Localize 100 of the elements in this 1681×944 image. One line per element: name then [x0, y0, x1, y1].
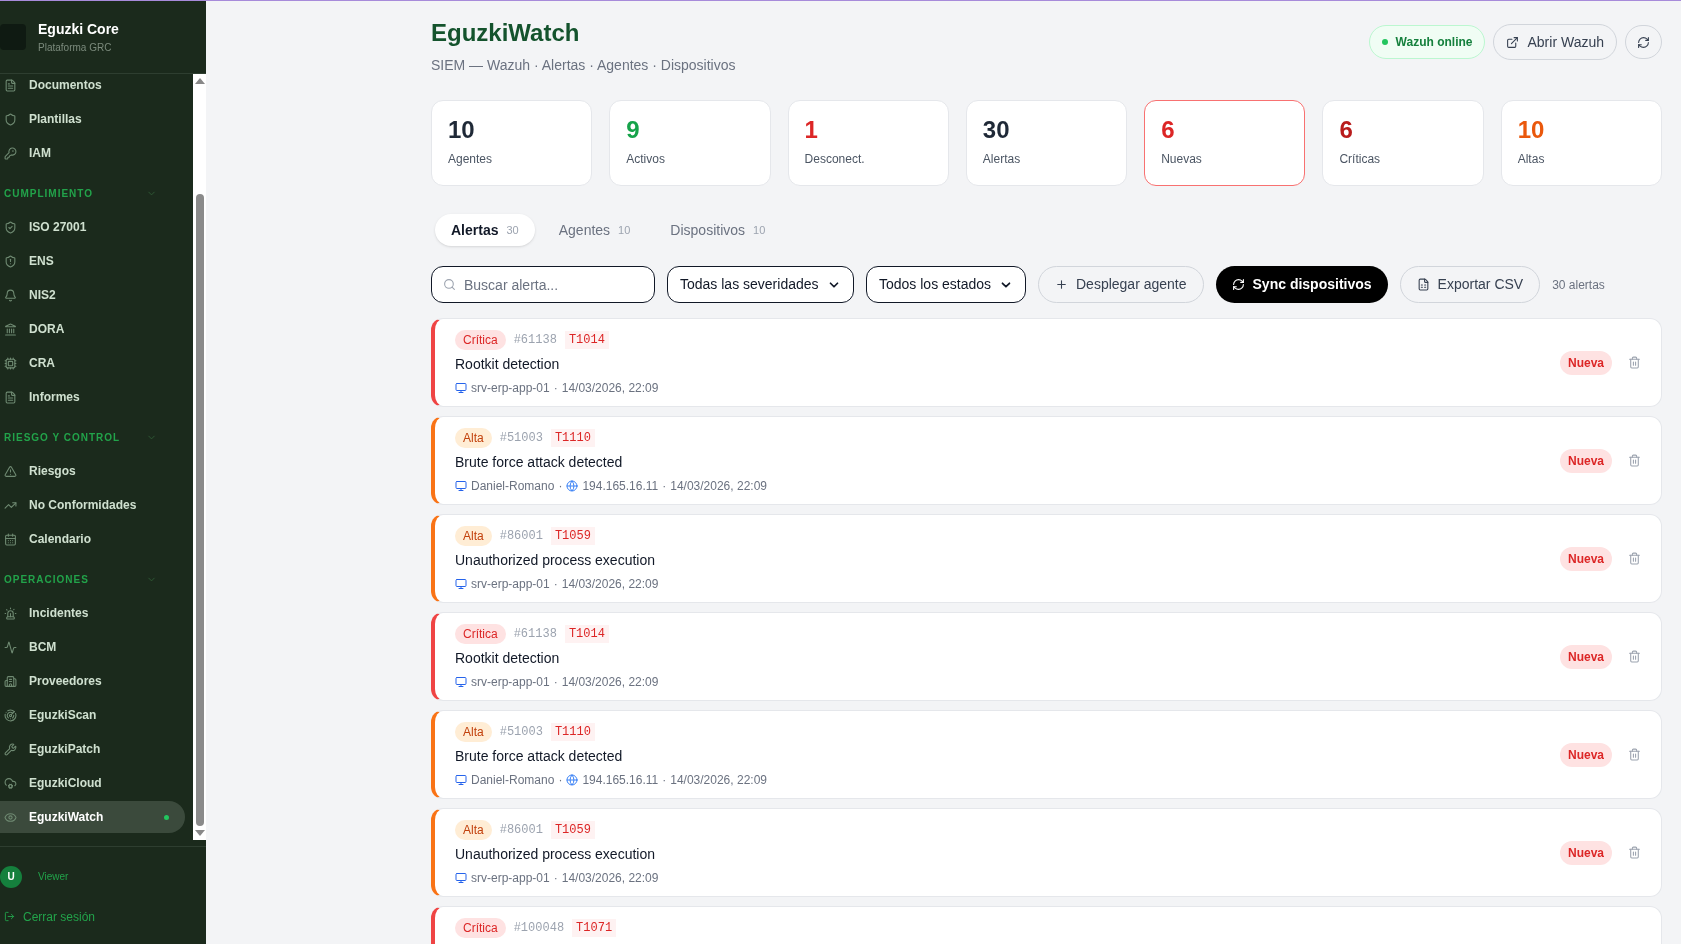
severity-dropdown[interactable]: Todas las severidades [667, 266, 854, 303]
logout-icon [4, 911, 15, 922]
rule-id: #61138 [513, 332, 557, 349]
separator: · [662, 478, 667, 495]
rule-id: #61138 [513, 626, 557, 643]
spreadsheet-icon [1416, 278, 1430, 291]
monitor-icon [455, 382, 467, 394]
plus-icon [1055, 278, 1068, 291]
search-icon [443, 278, 456, 291]
delete-icon[interactable] [1628, 748, 1641, 761]
separator: · [662, 772, 667, 789]
siren-icon [4, 606, 17, 620]
nav-item[interactable]: EguzkiCloud [0, 767, 185, 799]
nav-item[interactable]: EguzkiScan [0, 699, 185, 731]
eye-icon [4, 810, 17, 824]
severity-tag: Alta [455, 428, 492, 448]
severity-tag: Alta [455, 526, 492, 546]
separator: · [553, 870, 558, 887]
technique-tag: T1014 [564, 331, 609, 349]
nav-item[interactable]: Incidentes [0, 597, 185, 629]
nav-item[interactable]: Proveedores [0, 665, 185, 697]
logout-button[interactable]: Cerrar sesión [0, 907, 206, 926]
nav-item[interactable]: EguzkiPatch [0, 733, 185, 765]
building-icon [4, 674, 17, 688]
alert-card[interactable]: Alta #51003 T1110 Brute force attack detected Daniel-Romano · 194.165.16.11 · 14/03/2026, 22:09 Nueva [431, 710, 1662, 799]
stat-value: 1 [804, 118, 819, 142]
nav-item[interactable]: ENS [0, 245, 185, 277]
stat-label: Críticas [1339, 151, 1382, 168]
nav-item[interactable]: EguzkiWatch [0, 801, 185, 833]
host-name: Daniel-Romano [471, 478, 555, 495]
nav-item[interactable]: Calendario [0, 523, 185, 555]
status-tag: Nueva [1559, 742, 1612, 767]
host-name: Daniel-Romano [471, 772, 555, 789]
stat-value: 6 [1339, 118, 1354, 142]
delete-icon[interactable] [1628, 650, 1641, 663]
refresh-icon [1637, 35, 1650, 49]
nav-item[interactable]: Documentos [0, 69, 185, 101]
monitor-icon [455, 578, 467, 590]
alert-card[interactable]: Crítica #61138 T1014 Rootkit detection srv-erp-app-01 · 14/03/2026, 22:09 Nueva [431, 612, 1662, 701]
sync-devices-button[interactable]: Sync dispositivos [1215, 266, 1388, 303]
sync-icon [1231, 278, 1245, 291]
external-link-icon [1506, 35, 1520, 49]
shield-alert-icon [4, 254, 17, 268]
nav-item[interactable]: CRA [0, 347, 185, 379]
tab[interactable]: Dispositivos 10 [654, 214, 782, 246]
tab[interactable]: Agentes 10 [542, 214, 647, 246]
nav-item[interactable]: No Conformidades [0, 489, 185, 521]
separator: · [553, 380, 558, 397]
app-subtitle: Plataforma GRC [38, 41, 113, 55]
status-pill: Wazuh online [1368, 25, 1486, 59]
pulse-icon [4, 640, 17, 654]
nav-item[interactable]: Riesgos [0, 455, 185, 487]
open-wazuh-button[interactable]: Abrir Wazuh [1493, 24, 1617, 60]
stat-value: 6 [1161, 118, 1176, 142]
status-tag: Nueva [1559, 350, 1612, 375]
nav-item[interactable]: Informes [0, 381, 185, 413]
alert-time: 14/03/2026, 22:09 [670, 772, 767, 789]
separator: · [558, 478, 563, 495]
nav-item[interactable]: ISO 27001 [0, 211, 185, 243]
severity-tag: Crítica [455, 624, 506, 644]
alert-card[interactable]: Alta #86001 T1059 Unauthorized process execution srv-erp-app-01 · 14/03/2026, 22:09 Nueva [431, 514, 1662, 603]
ip-address: 194.165.16.11 [582, 478, 659, 495]
user-avatar[interactable]: U [0, 865, 22, 888]
delete-icon[interactable] [1628, 356, 1641, 369]
cloud-icon [4, 776, 17, 790]
monitor-icon [455, 872, 467, 884]
alert-card[interactable]: Alta #86001 T1059 Unauthorized process execution srv-erp-app-01 · 14/03/2026, 22:09 Nueva [431, 808, 1662, 897]
rule-id: #100048 [513, 920, 565, 937]
nav-item[interactable]: Plantillas [0, 103, 185, 135]
status-dropdown[interactable]: Todos los estados [866, 266, 1026, 303]
delete-icon[interactable] [1628, 846, 1641, 859]
radar-icon [4, 708, 17, 722]
key-icon [4, 146, 17, 160]
user-role: Viewer [38, 870, 69, 884]
tab[interactable]: Alertas 30 [435, 214, 535, 246]
technique-tag: T1110 [550, 429, 595, 447]
nav-item[interactable]: NIS2 [0, 279, 185, 311]
alert-card[interactable]: Crítica #61138 T1014 Rootkit detection srv-erp-app-01 · 14/03/2026, 22:09 Nueva [431, 318, 1662, 407]
alert-card[interactable]: Crítica #100048 T1071 [431, 906, 1662, 944]
alert-card[interactable]: Alta #51003 T1110 Brute force attack detected Daniel-Romano · 194.165.16.11 · 14/03/2026, 22:09 Nueva [431, 416, 1662, 505]
nav-item[interactable]: DORA [0, 313, 185, 345]
delete-icon[interactable] [1628, 552, 1641, 565]
delete-icon[interactable] [1628, 454, 1641, 467]
nav-item[interactable]: BCM [0, 631, 185, 663]
host-name: srv-erp-app-01 [471, 380, 550, 397]
monitor-icon [455, 676, 467, 688]
app-title: Eguzki Core [38, 20, 119, 39]
status-tag: Nueva [1559, 448, 1612, 473]
status-tag: Nueva [1559, 546, 1612, 571]
host-name: srv-erp-app-01 [471, 576, 550, 593]
section-label: RIESGO Y CONTROL [4, 430, 121, 445]
scrollbar[interactable] [193, 74, 206, 840]
ip-address: 194.165.16.11 [582, 772, 659, 789]
alert-title: Rootkit detection [455, 355, 561, 374]
alert-title: Brute force attack detected [455, 747, 624, 766]
nav-item[interactable]: IAM [0, 137, 185, 169]
globe-icon [566, 480, 579, 492]
search-field[interactable]: Buscar alerta... [431, 266, 655, 303]
rule-id: #86001 [499, 822, 543, 839]
alert-time: 14/03/2026, 22:09 [561, 576, 659, 593]
